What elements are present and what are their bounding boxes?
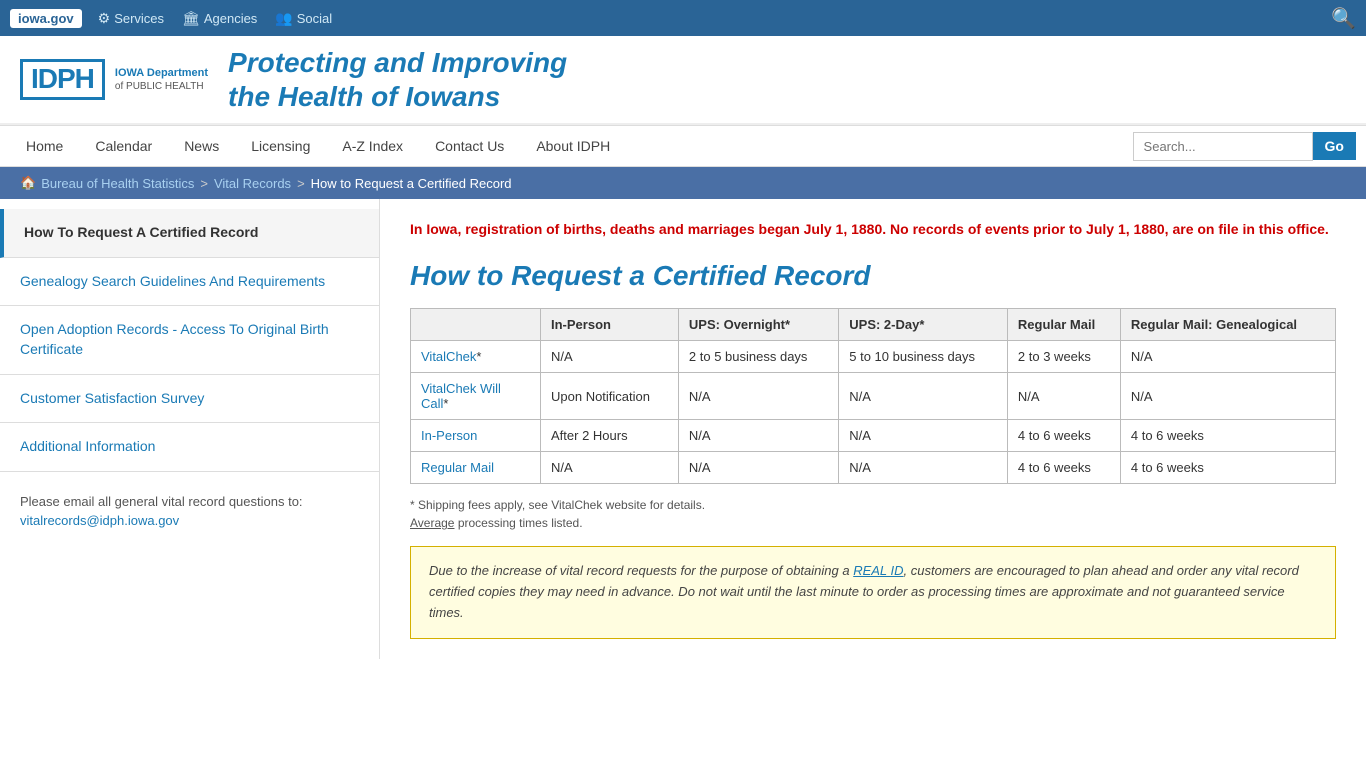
table-cell-vitalchek-geo: N/A xyxy=(1120,341,1335,373)
nav-about-idph[interactable]: About IDPH xyxy=(520,126,626,166)
nav-az-index[interactable]: A-Z Index xyxy=(326,126,419,166)
record-table: In-Person UPS: Overnight* UPS: 2-Day* Re… xyxy=(410,308,1336,484)
table-row: VitalChek Will Call* Upon Notification N… xyxy=(411,373,1336,420)
alert-text: In Iowa, registration of births, deaths … xyxy=(410,219,1336,240)
page-title: How to Request a Certified Record xyxy=(410,260,1336,292)
table-note-2: Average processing times listed. xyxy=(410,516,1336,530)
sidebar-item-open-adoption[interactable]: Open Adoption Records - Access To Origin… xyxy=(0,306,379,374)
agencies-icon: 🏛 xyxy=(182,10,200,27)
table-header-method xyxy=(411,309,541,341)
table-row: In-Person After 2 Hours N/A N/A 4 to 6 w… xyxy=(411,420,1336,452)
table-cell-ip-inperson: After 2 Hours xyxy=(541,420,679,452)
average-underline: Average xyxy=(410,516,454,530)
table-header-ups-2day: UPS: 2-Day* xyxy=(839,309,1008,341)
search-icon[interactable]: 🔍 xyxy=(1331,6,1356,31)
table-cell-wc-overnight: N/A xyxy=(678,373,838,420)
breadcrumb-sep-1: > xyxy=(200,176,208,191)
nav-news[interactable]: News xyxy=(168,126,235,166)
table-cell-inperson: In-Person xyxy=(411,420,541,452)
top-nav-agencies[interactable]: 🏛 Agencies xyxy=(182,10,257,27)
nav-calendar[interactable]: Calendar xyxy=(79,126,168,166)
inperson-link[interactable]: In-Person xyxy=(421,428,477,443)
iowa-logo[interactable]: iowa.gov xyxy=(10,9,82,28)
main-content: In Iowa, registration of births, deaths … xyxy=(380,199,1366,658)
sidebar-email-section: Please email all general vital record qu… xyxy=(0,472,379,551)
real-id-link[interactable]: REAL ID xyxy=(853,563,903,578)
table-cell-ip-overnight: N/A xyxy=(678,420,838,452)
table-cell-vitalchek-inperson: N/A xyxy=(541,341,679,373)
nav-licensing[interactable]: Licensing xyxy=(235,126,326,166)
nav-contact-us[interactable]: Contact Us xyxy=(419,126,520,166)
idph-logo[interactable]: IDPH IOWA Department of PUBLIC HEALTH xyxy=(20,59,208,100)
idph-logo-sub: IOWA Department of PUBLIC HEALTH xyxy=(115,66,208,93)
table-cell-vitalchek: VitalChek* xyxy=(411,341,541,373)
table-cell-rm-overnight: N/A xyxy=(678,452,838,484)
table-cell-wc-inperson: Upon Notification xyxy=(541,373,679,420)
table-cell-vitalchek-mail: 2 to 3 weeks xyxy=(1007,341,1120,373)
table-cell-vitalchek-2day: 5 to 10 business days xyxy=(839,341,1008,373)
table-cell-ip-mail: 4 to 6 weeks xyxy=(1007,420,1120,452)
vitalchek-link[interactable]: VitalChek xyxy=(421,349,476,364)
table-row: VitalChek* N/A 2 to 5 business days 5 to… xyxy=(411,341,1336,373)
breadcrumb-sep-2: > xyxy=(297,176,305,191)
sidebar-item-additional[interactable]: Additional Information xyxy=(0,423,379,472)
search-button[interactable]: Go xyxy=(1313,132,1356,160)
table-header-genealogical: Regular Mail: Genealogical xyxy=(1120,309,1335,341)
services-icon: ⚙ xyxy=(98,10,111,27)
table-cell-rm-inperson: N/A xyxy=(541,452,679,484)
table-header-regular-mail: Regular Mail xyxy=(1007,309,1120,341)
search-input[interactable] xyxy=(1133,132,1313,161)
breadcrumb-current: How to Request a Certified Record xyxy=(311,176,512,191)
table-cell-wc-mail: N/A xyxy=(1007,373,1120,420)
table-cell-rm-geo: 4 to 6 weeks xyxy=(1120,452,1335,484)
page-content: How To Request A Certified Record Geneal… xyxy=(0,199,1366,658)
site-tagline: Protecting and Improving the Health of I… xyxy=(228,46,567,113)
notice-box: Due to the increase of vital record requ… xyxy=(410,546,1336,638)
notice-text-before: Due to the increase of vital record requ… xyxy=(429,563,853,578)
table-cell-vitalchek-overnight: 2 to 5 business days xyxy=(678,341,838,373)
top-nav-services[interactable]: ⚙ Services xyxy=(98,10,164,27)
table-cell-rm-mail: 4 to 6 weeks xyxy=(1007,452,1120,484)
top-bar: iowa.gov ⚙ Services 🏛 Agencies 👥 Social … xyxy=(0,0,1366,36)
table-cell-rm-2day: N/A xyxy=(839,452,1008,484)
table-row: Regular Mail N/A N/A N/A 4 to 6 weeks 4 … xyxy=(411,452,1336,484)
breadcrumb-bureau[interactable]: Bureau of Health Statistics xyxy=(41,176,194,191)
vitalchek-willcall-link[interactable]: VitalChek Will Call xyxy=(421,381,501,411)
nav-home[interactable]: Home xyxy=(10,126,79,166)
table-cell-regularmail: Regular Mail xyxy=(411,452,541,484)
social-icon: 👥 xyxy=(275,10,292,27)
sidebar-item-genealogy[interactable]: Genealogy Search Guidelines And Requirem… xyxy=(0,258,379,307)
table-cell-ip-2day: N/A xyxy=(839,420,1008,452)
site-header: IDPH IOWA Department of PUBLIC HEALTH Pr… xyxy=(0,36,1366,125)
sidebar-email-link[interactable]: vitalrecords@idph.iowa.gov xyxy=(20,513,179,528)
sidebar-item-how-to-request[interactable]: How To Request A Certified Record xyxy=(0,209,379,258)
table-cell-wc-geo: N/A xyxy=(1120,373,1335,420)
sidebar: How To Request A Certified Record Geneal… xyxy=(0,199,380,658)
main-nav: Home Calendar News Licensing A-Z Index C… xyxy=(0,125,1366,167)
table-cell-ip-geo: 4 to 6 weeks xyxy=(1120,420,1335,452)
sidebar-item-survey[interactable]: Customer Satisfaction Survey xyxy=(0,375,379,424)
breadcrumb-vital[interactable]: Vital Records xyxy=(214,176,291,191)
sidebar-email-intro: Please email all general vital record qu… xyxy=(20,494,303,509)
table-note-1: * Shipping fees apply, see VitalChek web… xyxy=(410,498,1336,512)
home-icon: 🏠 xyxy=(20,175,36,191)
breadcrumb: 🏠 Bureau of Health Statistics > Vital Re… xyxy=(0,167,1366,199)
search-box: Go xyxy=(1133,132,1356,161)
idph-logo-box: IDPH xyxy=(20,59,105,100)
top-nav-social[interactable]: 👥 Social xyxy=(275,10,332,27)
regularmail-link[interactable]: Regular Mail xyxy=(421,460,494,475)
table-header-in-person: In-Person xyxy=(541,309,679,341)
table-cell-wc-2day: N/A xyxy=(839,373,1008,420)
table-header-ups-overnight: UPS: Overnight* xyxy=(678,309,838,341)
table-cell-vitalchek-willcall: VitalChek Will Call* xyxy=(411,373,541,420)
